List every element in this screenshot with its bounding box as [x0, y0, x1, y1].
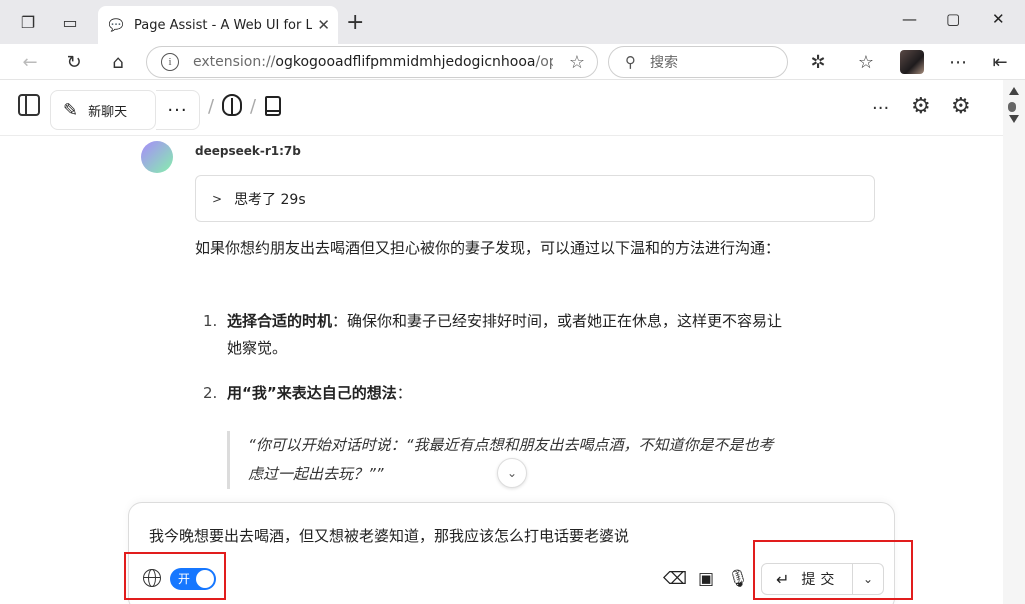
new-chat-button[interactable]: ✎ 新聊天	[50, 90, 156, 130]
model-name: deepseek-r1:7b	[195, 144, 301, 158]
more-options-icon[interactable]: ···	[872, 98, 889, 119]
address-text: extension://ogkogooadflifpmmidmhjedogicn…	[193, 54, 553, 70]
scroll-to-bottom-button[interactable]: ⌄	[497, 458, 527, 488]
browser-tab-strip: ❐ ▭ 💬 Page Assist - A Web UI for Local A…	[0, 0, 1025, 44]
sidebar-panel-icon[interactable]	[18, 94, 40, 116]
tab-title: Page Assist - A Web UI for Local AI Mode…	[134, 17, 312, 33]
page-scrollbar[interactable]	[1003, 80, 1025, 604]
message-input[interactable]: 我今晚想要出去喝酒，但又想被老婆知道，那我应该怎么打电话要老婆说	[149, 525, 629, 546]
close-tab-icon[interactable]: ✕	[317, 16, 330, 34]
thinking-label: 思考了 29s	[234, 191, 306, 208]
chat-bubble-icon: 💬	[108, 18, 124, 32]
home-icon[interactable]: ⌂	[106, 50, 130, 74]
eraser-icon[interactable]: ⌫	[663, 569, 687, 589]
microphone-icon[interactable]: 🎙	[727, 569, 749, 589]
new-chat-label: 新聊天	[88, 104, 128, 120]
scroll-up-icon[interactable]	[1009, 87, 1019, 95]
chevron-right-icon: >	[212, 191, 223, 206]
breadcrumb-separator: /	[208, 96, 215, 117]
breadcrumb-separator: /	[250, 96, 257, 117]
edit-icon: ✎	[63, 99, 79, 121]
minimize-icon[interactable]: —	[902, 10, 917, 28]
highlight-box	[124, 552, 226, 600]
thinking-collapse[interactable]: > 思考了 29s	[195, 175, 875, 222]
reload-icon[interactable]: ↻	[62, 50, 86, 74]
brain-icon[interactable]	[222, 94, 242, 116]
profile-avatar[interactable]	[900, 50, 924, 74]
new-tab-button[interactable]: +	[346, 10, 364, 35]
tab-actions-icon[interactable]: ▭	[58, 10, 82, 34]
bot-avatar	[141, 141, 173, 173]
more-menu-icon[interactable]: ⋯	[946, 50, 970, 74]
close-window-icon[interactable]: ✕	[992, 10, 1005, 28]
list-item: 2. 用“我”来表达自己的想法：	[203, 384, 412, 402]
settings-icon[interactable]: ⚙	[951, 94, 971, 119]
favorites-icon[interactable]: ☆	[854, 50, 878, 74]
browser-toolbar: ← ↻ ⌂ i extension://ogkogooadflifpmmidmh…	[0, 44, 1025, 80]
favorite-star-icon[interactable]: ☆	[569, 52, 585, 73]
workspaces-icon[interactable]: ❐	[16, 10, 40, 34]
highlight-box	[753, 540, 913, 600]
app-header: ✎ 新聊天 ··· / / ··· ⚙ ⚙	[0, 80, 1003, 136]
site-info-icon[interactable]: i	[161, 53, 179, 71]
sidebar-toggle-icon[interactable]: ⇤	[988, 50, 1012, 74]
search-placeholder: 搜索	[650, 55, 678, 71]
search-icon: ⚲	[625, 53, 636, 71]
extensions-icon[interactable]: ✲	[806, 50, 830, 74]
settings-gear-icon[interactable]: ⚙	[911, 94, 931, 119]
scroll-thumb[interactable]	[1008, 102, 1016, 112]
scroll-down-icon[interactable]	[1009, 115, 1019, 123]
search-box[interactable]: ⚲ 搜索	[608, 46, 788, 78]
back-icon[interactable]: ←	[18, 50, 42, 74]
book-icon[interactable]	[265, 96, 281, 116]
image-icon[interactable]: ▣	[696, 569, 716, 589]
active-tab[interactable]: 💬 Page Assist - A Web UI for Local AI Mo…	[98, 6, 338, 44]
address-bar[interactable]: i extension://ogkogooadflifpmmidmhjedogi…	[146, 46, 598, 78]
chat-options-button[interactable]: ···	[156, 90, 200, 130]
answer-intro: 如果你想约朋友出去喝酒但又担心被你的妻子发现，可以通过以下温和的方法进行沟通：	[195, 239, 781, 257]
app-window: ❐ ▭ 💬 Page Assist - A Web UI for Local A…	[0, 0, 1025, 604]
list-item: 1. 选择合适的时机：确保你和妻子已经安排好时间，或者她正在休息，这样更不容易让…	[203, 312, 783, 357]
maximize-icon[interactable]: ▢	[946, 10, 960, 28]
